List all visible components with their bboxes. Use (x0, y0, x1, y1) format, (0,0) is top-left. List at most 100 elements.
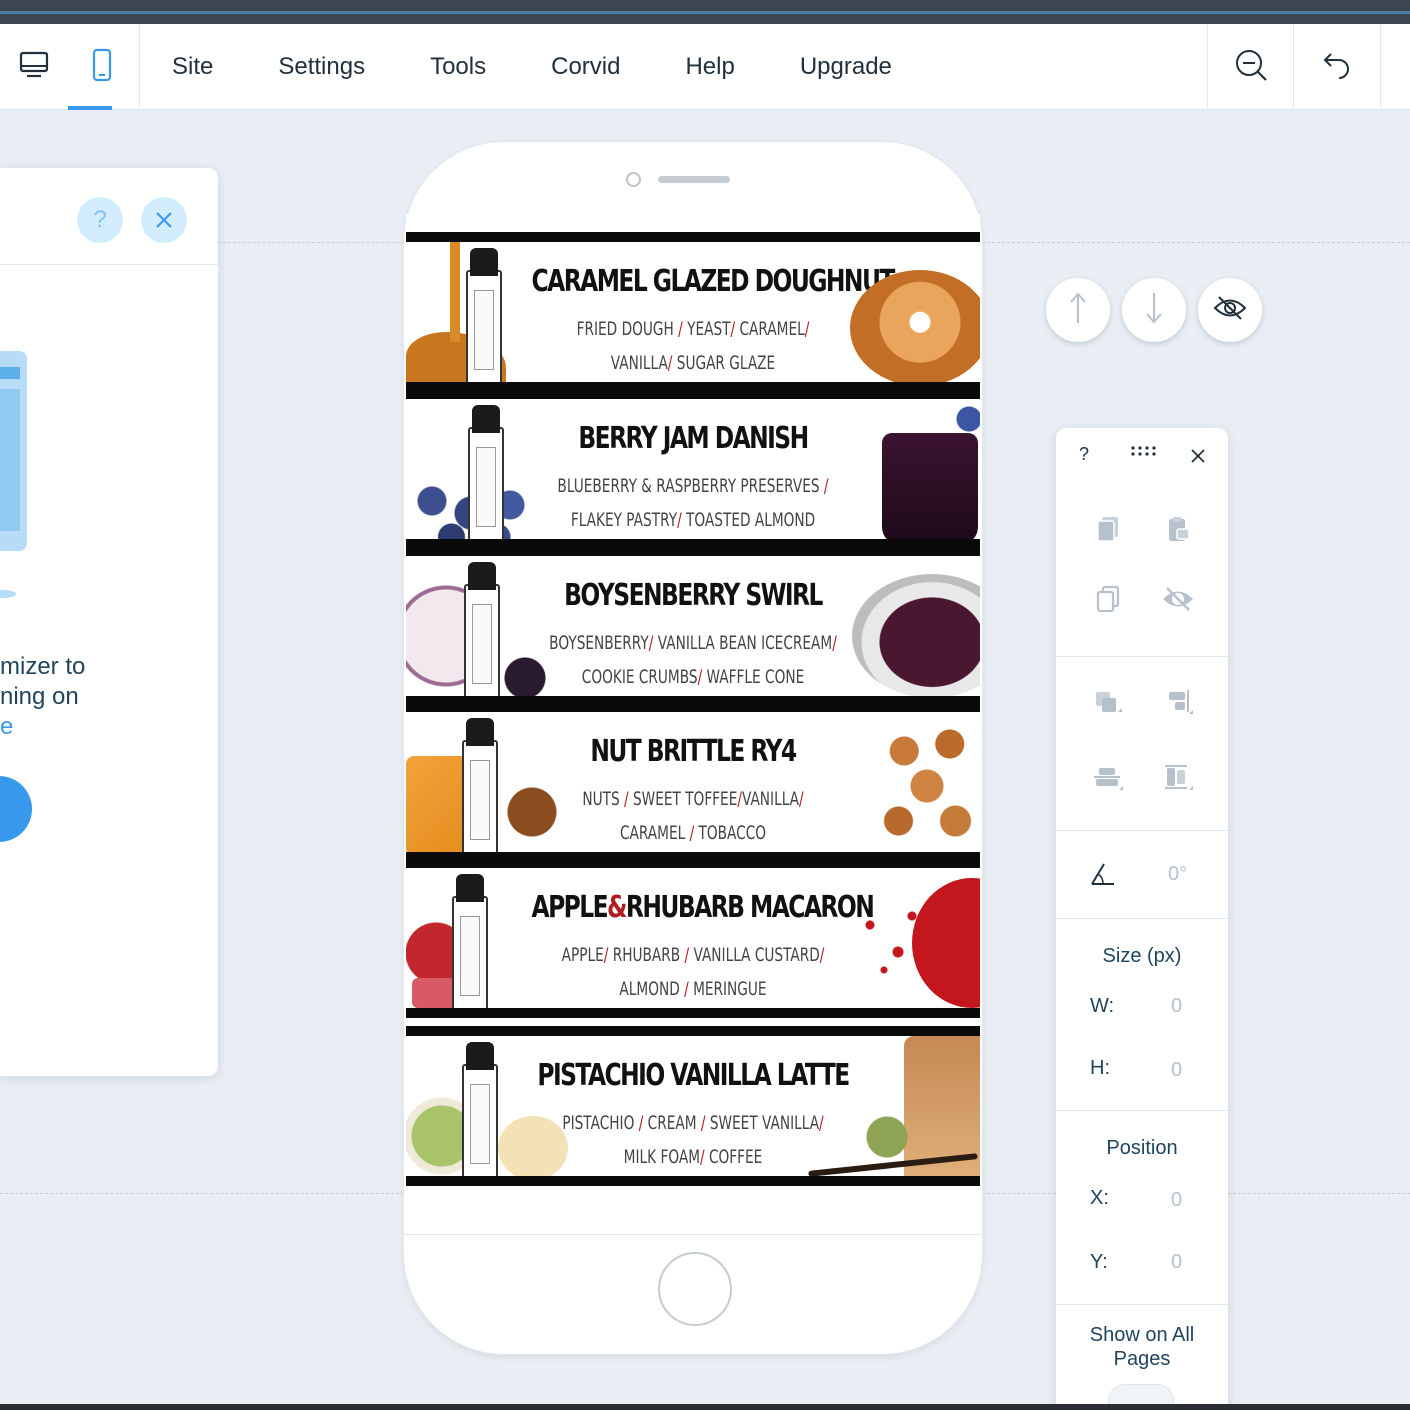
help-icon: ? (93, 206, 107, 233)
product-banner[interactable]: CARAMEL GLAZED DOUGHNUT FRIED DOUGH / YE… (406, 232, 980, 392)
rotation-section: 0° (1056, 830, 1228, 918)
guide-line (218, 242, 404, 243)
banner-title: APPLE&RHUBARB MACARON (532, 890, 875, 925)
mobile-view-button[interactable] (68, 24, 136, 110)
product-banner[interactable]: NUT BRITTLE RY4 NUTS / SWEET TOFFEE/VANI… (406, 702, 980, 862)
flavor-note: CARAMEL (739, 318, 805, 340)
undo-button[interactable] (1294, 24, 1380, 110)
show-on-all-pages-line: Pages (1113, 1348, 1171, 1370)
phone-home-button (658, 1252, 732, 1326)
y-value[interactable]: 0 (1171, 1251, 1182, 1274)
illustration-shadow (0, 590, 16, 598)
drag-handle-icon[interactable] (1130, 442, 1156, 463)
distribute-icon[interactable] (1091, 761, 1125, 795)
banner-flavors-line1: BLUEBERRY & RASPBERRY PRESERVES / (557, 475, 829, 497)
eliquid-bottle-image (462, 718, 498, 852)
menu-help[interactable]: Help (685, 53, 734, 81)
flavor-note: BOYSENBERRY (549, 632, 649, 654)
banner-title-text: PISTACHIO VANILLA LATTE (537, 1058, 850, 1093)
red-splatter-image (856, 898, 926, 988)
panel-header: ? (0, 168, 218, 265)
product-banner[interactable]: BOYSENBERRY SWIRL BOYSENBERRY/ VANILLA B… (406, 546, 980, 706)
flavor-note: MERINGUE (693, 978, 767, 1000)
menu-corvid[interactable]: Corvid (551, 53, 620, 81)
element-inspector-panel: ? 0° Size (px) W: 0 H: 0 Position X: 0 Y… (1056, 428, 1228, 1410)
flavor-note: ALMOND (619, 978, 680, 1000)
topbar-separator (139, 24, 140, 110)
flavor-note: COFFEE (708, 1146, 763, 1168)
mobile-screen[interactable]: CARAMEL GLAZED DOUGHNUT FRIED DOUGH / YE… (406, 214, 980, 1234)
banner-title-text: RHUBARB MACARON (625, 890, 875, 925)
main-menu: Site Settings Tools Corvid Help Upgrade (172, 24, 957, 110)
product-banner[interactable]: APPLE&RHUBARB MACARON APPLE/ RHUBARB / V… (406, 858, 980, 1018)
flavor-note: SWEET VANILLA (709, 1112, 820, 1134)
width-value[interactable]: 0 (1171, 995, 1182, 1018)
window-top-line (0, 11, 1410, 14)
rotation-value[interactable]: 0° (1168, 863, 1187, 886)
desktop-icon (18, 50, 50, 85)
panel-cta-button[interactable] (0, 776, 32, 842)
match-size-icon[interactable] (1161, 761, 1195, 795)
product-banner[interactable]: BERRY JAM DANISH BLUEBERRY & RASPBERRY P… (406, 389, 980, 549)
panel-learn-more-link[interactable]: e (0, 712, 85, 742)
panel-description: mizer to ning on e (0, 652, 85, 742)
menu-site[interactable]: Site (172, 53, 213, 81)
menu-settings[interactable]: Settings (278, 53, 365, 81)
menu-tools[interactable]: Tools (430, 53, 486, 81)
width-label: W: (1090, 995, 1115, 1017)
height-value[interactable]: 0 (1171, 1059, 1182, 1082)
editor-top-bar: Site Settings Tools Corvid Help Upgrade (0, 24, 1410, 110)
boysenberry-bowl-image (852, 574, 980, 696)
banner-title: BOYSENBERRY SWIRL (532, 578, 855, 613)
zoom-out-button[interactable] (1208, 24, 1294, 110)
banner-title: CARAMEL GLAZED DOUGHNUT (532, 264, 896, 299)
banner-title-text: BOYSENBERRY SWIRL (564, 578, 823, 613)
arrow-up-icon (1068, 291, 1088, 330)
flavor-note: PISTACHIO (562, 1112, 635, 1134)
banner-flavors-line1: APPLE/ RHUBARB / VANILLA CUSTARD/ (561, 944, 825, 966)
panel-description-line: mizer to (0, 653, 86, 680)
position-section: Position X: 0 Y: 0 (1056, 1110, 1228, 1304)
inspector-close-button[interactable] (1190, 448, 1206, 469)
banner-flavors-line1: BOYSENBERRY/ VANILLA BEAN ICECREAM/ (549, 632, 837, 654)
size-section: Size (px) W: 0 H: 0 (1056, 918, 1228, 1110)
panel-close-button[interactable] (141, 197, 187, 243)
menu-upgrade[interactable]: Upgrade (800, 53, 892, 81)
duplicate-icon[interactable] (1091, 582, 1125, 616)
panel-description-line: ning on (0, 683, 79, 710)
banner-flavors-line1: NUTS / SWEET TOFFEE/VANILLA/ (582, 788, 804, 810)
banner-title: BERRY JAM DANISH (532, 421, 855, 456)
flavor-note: SUGAR GLAZE (676, 352, 776, 374)
banner-title: PISTACHIO VANILLA LATTE (532, 1058, 855, 1093)
guide-line (0, 1193, 404, 1194)
flavor-note: YEAST (687, 318, 731, 340)
move-down-button[interactable] (1122, 278, 1186, 342)
hide-icon[interactable] (1161, 582, 1195, 616)
align-icon[interactable] (1161, 685, 1195, 719)
caramel-drip-image (450, 242, 460, 342)
jam-jar-image (882, 433, 978, 539)
copy-icon[interactable] (1091, 512, 1125, 546)
blueberry-top-image (954, 399, 980, 439)
move-up-button[interactable] (1046, 278, 1110, 342)
y-label: Y: (1090, 1251, 1108, 1273)
eye-hidden-icon (1213, 295, 1247, 326)
banner-title-ampersand: & (607, 890, 627, 925)
x-value[interactable]: 0 (1171, 1189, 1182, 1212)
desktop-view-button[interactable] (0, 24, 68, 110)
banner-title-text: NUT BRITTLE RY4 (590, 734, 797, 769)
eliquid-bottle-image (462, 1042, 498, 1176)
inspector-help-button[interactable]: ? (1079, 444, 1089, 465)
undo-icon (1322, 50, 1352, 85)
panel-help-button[interactable]: ? (77, 197, 123, 243)
product-banner[interactable]: PISTACHIO VANILLA LATTE PISTACHIO / CREA… (406, 1026, 980, 1186)
mobile-optimizer-panel: ? mizer to ning on e (0, 168, 218, 1076)
arrange-icon[interactable] (1091, 685, 1125, 719)
flavor-note: TOASTED ALMOND (686, 509, 816, 531)
banner-flavors-line2: VANILLA/ SUGAR GLAZE (610, 352, 776, 374)
hide-element-button[interactable] (1198, 278, 1262, 342)
flavor-note: COOKIE CRUMBS (581, 666, 698, 688)
doughnut-image (850, 270, 980, 382)
paste-icon[interactable] (1161, 512, 1195, 546)
eliquid-bottle-image (452, 874, 488, 1008)
